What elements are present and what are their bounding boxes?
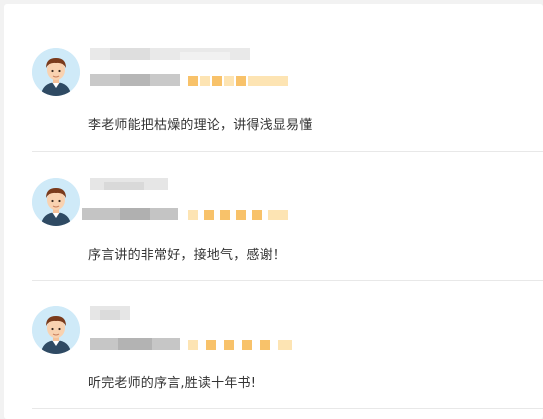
star-icon	[212, 76, 222, 86]
review-item: 李老师能把枯燥的理论，讲得浅显易懂	[32, 48, 543, 152]
star-icon	[236, 210, 246, 220]
star-icon	[204, 210, 214, 220]
star-icon	[220, 210, 230, 220]
user-avatar-icon	[32, 48, 80, 96]
star-icon	[252, 210, 262, 220]
star-icon	[188, 210, 198, 220]
star-icon	[268, 210, 288, 220]
star-icon	[236, 76, 246, 86]
review-item: 听完老师的序言,胜读十年书!	[32, 306, 543, 409]
star-icon	[260, 340, 270, 350]
review-panel: 李老师能把枯燥的理论，讲得浅显易懂 序言讲的非常好，接地气，感谢！ 听完老师的序…	[4, 4, 543, 419]
user-avatar-icon	[32, 178, 80, 226]
star-icon	[224, 340, 234, 350]
review-comment: 听完老师的序言,胜读十年书!	[88, 376, 257, 391]
star-icon	[278, 340, 292, 350]
review-comment: 序言讲的非常好，接地气，感谢！	[88, 248, 287, 263]
star-icon	[242, 340, 252, 350]
star-icon	[200, 76, 210, 86]
star-icon	[206, 340, 216, 350]
review-item: 序言讲的非常好，接地气，感谢！	[32, 178, 543, 281]
review-comment: 李老师能把枯燥的理论，讲得浅显易懂	[88, 118, 313, 133]
star-icon	[248, 76, 288, 86]
star-icon	[188, 76, 198, 86]
star-icon	[224, 76, 234, 86]
star-icon	[188, 340, 198, 350]
user-avatar-icon	[32, 306, 80, 354]
